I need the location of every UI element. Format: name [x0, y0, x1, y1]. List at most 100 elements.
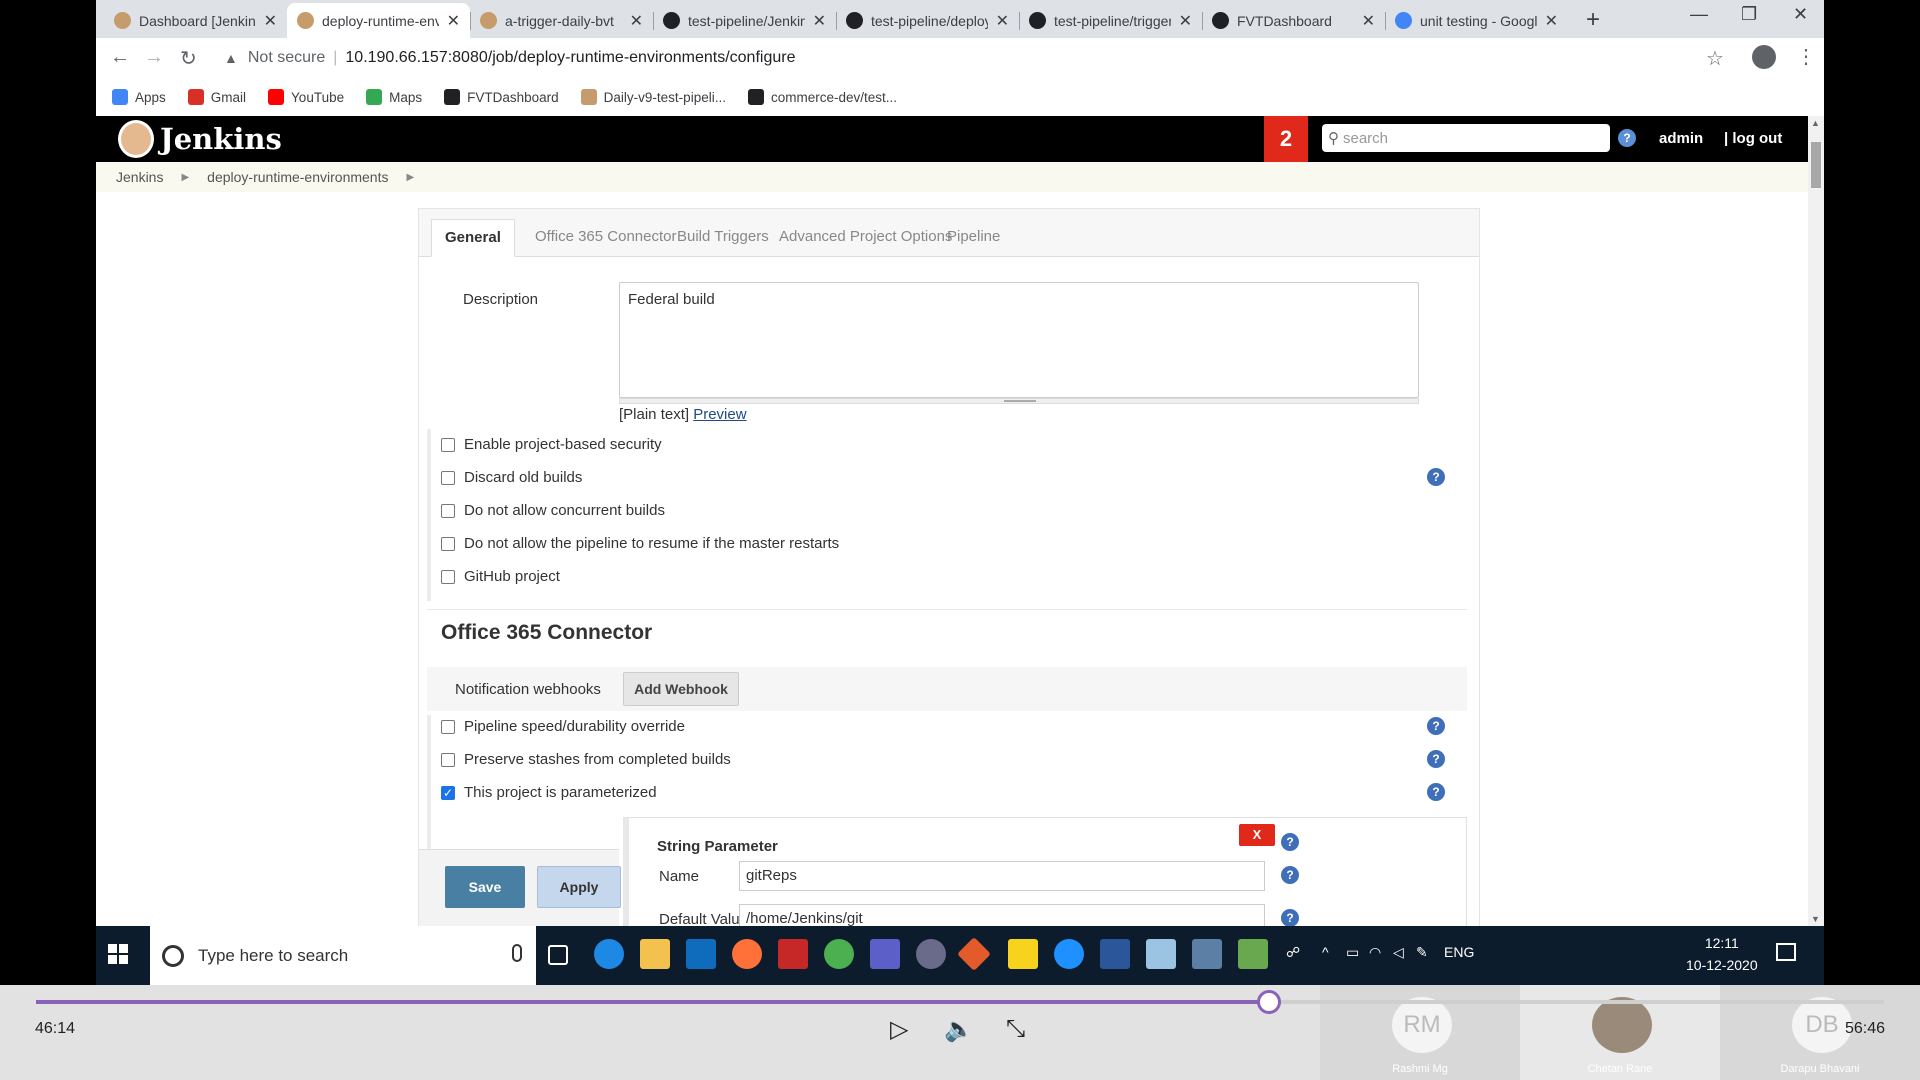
bookmark-fvtdashboard[interactable]: FVTDashboard: [444, 89, 559, 105]
close-tab-icon[interactable]: ✕: [1179, 11, 1192, 31]
user-link[interactable]: admin: [1659, 130, 1703, 147]
notification-badge[interactable]: 2: [1264, 116, 1308, 162]
browser-tab[interactable]: unit testing - Google ✕: [1385, 3, 1568, 38]
option-no-concurrent-builds[interactable]: Do not allow concurrent builds: [441, 502, 665, 519]
wifi-icon[interactable]: ◠: [1369, 944, 1381, 961]
save-button[interactable]: Save: [445, 866, 525, 908]
chrome-icon[interactable]: [824, 939, 854, 969]
browser-tab[interactable]: test-pipeline/deploy ✕: [836, 3, 1019, 38]
checkbox[interactable]: [441, 536, 455, 551]
logout-link[interactable]: | log out: [1724, 130, 1782, 147]
outlook-icon[interactable]: [686, 939, 716, 969]
people-icon[interactable]: ☍: [1286, 944, 1300, 961]
param-name-input[interactable]: gitReps: [739, 861, 1265, 891]
seek-bar[interactable]: [36, 990, 1884, 1014]
help-icon[interactable]: ?: [1427, 717, 1445, 735]
tab-pipeline[interactable]: Pipeline: [934, 219, 1013, 257]
bookmark-maps[interactable]: Maps: [366, 89, 422, 105]
volume-icon[interactable]: ◁: [1393, 944, 1404, 961]
bookmark-commerce-dev[interactable]: commerce-dev/test...: [747, 89, 897, 105]
browser-tab[interactable]: FVTDashboard ✕: [1202, 3, 1385, 38]
url-text[interactable]: 10.190.66.157:8080/job/deploy-runtime-en…: [345, 49, 795, 67]
chevron-right-icon[interactable]: ▶: [406, 172, 414, 183]
jenkins-logo[interactable]: Jenkins: [118, 120, 282, 158]
edge-icon[interactable]: [594, 939, 624, 969]
spreadsheet-icon[interactable]: [1238, 939, 1268, 969]
option-parameterized[interactable]: ✓ This project is parameterized: [441, 784, 657, 801]
play-icon[interactable]: ▷: [890, 1015, 908, 1044]
scroll-down-icon[interactable]: ▼: [1811, 914, 1820, 924]
close-tab-icon[interactable]: ✕: [1545, 11, 1558, 31]
microphone-icon[interactable]: [512, 944, 522, 962]
network-tool-icon[interactable]: [1192, 939, 1222, 969]
checkbox[interactable]: [441, 437, 455, 452]
option-github-project[interactable]: GitHub project: [441, 568, 560, 585]
new-tab-icon[interactable]: +: [1586, 6, 1600, 34]
battery-icon[interactable]: ▭: [1346, 944, 1359, 961]
restore-icon[interactable]: ❐: [1741, 4, 1757, 25]
option-discard-old-builds[interactable]: Discard old builds: [441, 469, 582, 486]
close-window-icon[interactable]: ✕: [1793, 4, 1808, 25]
param-default-input[interactable]: /home/Jenkins/git: [739, 904, 1265, 927]
breadcrumb-job[interactable]: deploy-runtime-environments: [207, 169, 388, 185]
help-icon[interactable]: ?: [1427, 468, 1445, 486]
menu-kebab-icon[interactable]: ⋮: [1796, 44, 1816, 69]
checkbox[interactable]: [441, 752, 455, 767]
page-scrollbar[interactable]: ▲ ▼: [1808, 116, 1824, 926]
omnibox[interactable]: ▲ Not secure | 10.190.66.157:8080/job/de…: [224, 42, 1619, 74]
action-center-icon[interactable]: [1776, 943, 1796, 961]
browser-tab[interactable]: Dashboard [Jenkins] ✕: [104, 3, 287, 38]
pen-icon[interactable]: ✎: [1416, 944, 1428, 961]
option-durability-override[interactable]: Pipeline speed/durability override: [441, 718, 685, 735]
chevron-up-icon[interactable]: ^: [1322, 944, 1329, 960]
back-icon[interactable]: ←: [110, 46, 130, 69]
close-tab-icon[interactable]: ✕: [447, 11, 460, 31]
tab-build-triggers[interactable]: Build Triggers: [664, 219, 782, 257]
task-view-icon[interactable]: [548, 945, 568, 965]
close-tab-icon[interactable]: ✕: [996, 11, 1009, 31]
browser-tab[interactable]: a-trigger-daily-bvt ✕: [470, 3, 653, 38]
forward-icon[interactable]: →: [144, 46, 164, 69]
bookmark-daily-pipeline[interactable]: Daily-v9-test-pipeli...: [580, 89, 726, 105]
checkbox[interactable]: [441, 503, 455, 518]
language-indicator[interactable]: ENG: [1444, 944, 1474, 960]
minimize-icon[interactable]: —: [1690, 4, 1708, 25]
browser-tab-active[interactable]: deploy-runtime-environments ✕: [287, 3, 470, 38]
textarea-resize-bar[interactable]: [619, 398, 1419, 404]
help-icon[interactable]: ?: [1427, 783, 1445, 801]
help-icon[interactable]: ?: [1281, 833, 1299, 851]
breadcrumb-jenkins[interactable]: Jenkins: [116, 169, 163, 185]
exit-fullscreen-icon[interactable]: ⤡: [1006, 1015, 1025, 1043]
bookmark-youtube[interactable]: YouTube: [268, 89, 344, 105]
browser-tab[interactable]: test-pipeline/Jenkins ✕: [653, 3, 836, 38]
checkbox[interactable]: [441, 569, 455, 584]
file-explorer-icon[interactable]: [640, 939, 670, 969]
description-textarea[interactable]: Federal build: [619, 282, 1419, 398]
close-tab-icon[interactable]: ✕: [264, 11, 277, 31]
rsa-token-icon[interactable]: [778, 939, 808, 969]
volume-icon[interactable]: 🔈: [944, 1015, 974, 1044]
word-icon[interactable]: [1100, 939, 1130, 969]
close-tab-icon[interactable]: ✕: [630, 11, 643, 31]
resize-grip-icon[interactable]: [1004, 400, 1036, 402]
webex-icon[interactable]: [1054, 939, 1084, 969]
bookmark-gmail[interactable]: Gmail: [187, 89, 246, 105]
scroll-up-icon[interactable]: ▲: [1811, 118, 1820, 128]
checkbox[interactable]: [441, 719, 455, 734]
bookmark-star-icon[interactable]: ☆: [1706, 46, 1724, 71]
tab-general[interactable]: General: [431, 219, 515, 257]
taskbar-clock[interactable]: 12:11 10-12-2020: [1686, 932, 1758, 976]
apply-button[interactable]: Apply: [537, 866, 621, 908]
firefox-icon[interactable]: [732, 939, 762, 969]
close-tab-icon[interactable]: ✕: [813, 11, 826, 31]
scrollbar-thumb[interactable]: [1811, 142, 1821, 188]
browser-tab[interactable]: test-pipeline/trigger ✕: [1019, 3, 1202, 38]
help-icon[interactable]: ?: [1618, 129, 1636, 147]
option-no-resume[interactable]: Do not allow the pipeline to resume if t…: [441, 535, 839, 552]
notepad-icon[interactable]: [1146, 939, 1176, 969]
option-preserve-stashes[interactable]: Preserve stashes from completed builds: [441, 751, 731, 768]
add-webhook-button[interactable]: Add Webhook: [623, 672, 739, 706]
seek-bar-thumb[interactable]: [1256, 990, 1281, 1014]
taskbar-search-input[interactable]: Type here to search: [150, 926, 536, 985]
reload-icon[interactable]: ↻: [180, 46, 197, 71]
